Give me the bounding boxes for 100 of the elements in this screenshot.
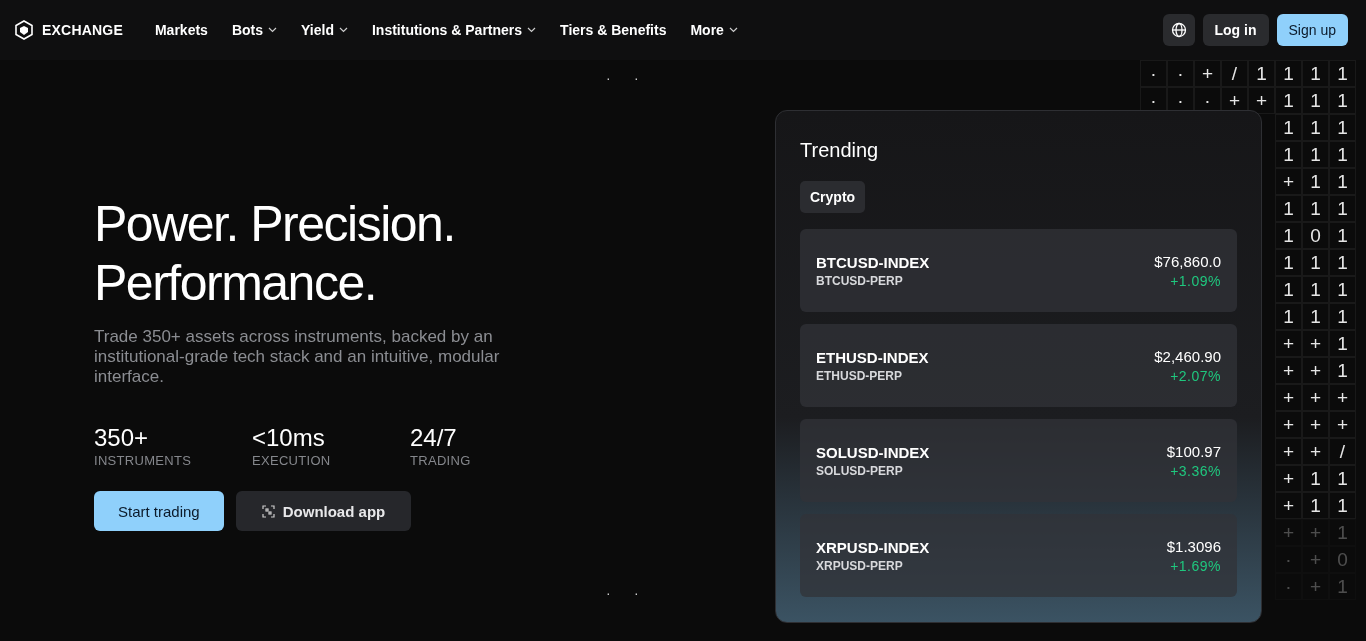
matrix-glyph: + (1275, 492, 1302, 519)
signup-button[interactable]: Sign up (1276, 14, 1348, 46)
matrix-glyph: + (1275, 465, 1302, 492)
matrix-glyph: 1 (1302, 249, 1329, 276)
hero-headline: Performance. (94, 254, 378, 313)
qr-scan-icon (261, 504, 275, 518)
matrix-glyph: + (1275, 438, 1302, 465)
category-tab[interactable]: Crypto (800, 181, 866, 213)
dot-mark: · (606, 585, 611, 601)
matrix-glyph: 1 (1275, 114, 1302, 141)
index-symbol: XRPUSD-INDEX (816, 538, 930, 556)
matrix-glyph: 1 (1329, 330, 1356, 357)
matrix-glyph: 1 (1302, 87, 1329, 114)
matrix-glyph: 1 (1302, 195, 1329, 222)
matrix-glyph: 1 (1329, 141, 1356, 168)
matrix-glyph: 1 (1275, 195, 1302, 222)
perp-symbol: SOLUSD-PERP (816, 463, 903, 478)
matrix-glyph: 1 (1275, 303, 1302, 330)
index-symbol: SOLUSD-INDEX (816, 443, 930, 461)
stat-label: INSTRUMENTS (94, 453, 193, 468)
matrix-glyph: + (1302, 519, 1329, 546)
matrix-glyph: + (1302, 546, 1329, 573)
matrix-glyph: 1 (1275, 87, 1302, 114)
nav-menu-item[interactable]: Yield (301, 22, 348, 38)
perp-symbol: ETHUSD-PERP (816, 368, 902, 383)
matrix-glyph: + (1302, 438, 1329, 465)
hero-description: Trade 350+ assets across instruments, backed by an institutional-grade tech stack and an intuitive, modular interface. (94, 327, 501, 387)
matrix-glyph: 1 (1329, 114, 1356, 141)
matrix-glyph: 1 (1275, 249, 1302, 276)
matrix-glyph: / (1221, 60, 1248, 87)
matrix-glyph: / (1329, 438, 1356, 465)
price-change: +1.69% (1170, 557, 1221, 574)
price-change: +3.36% (1170, 462, 1221, 479)
price: $76,860.0 (1154, 252, 1221, 270)
market-row[interactable]: BTCUSD-INDEX BTCUSD-PERP $76,860.0 +1.09% (800, 229, 1237, 312)
card-title: Trending (800, 139, 880, 162)
price-change: +2.07% (1170, 367, 1221, 384)
matrix-glyph: 1 (1329, 60, 1356, 87)
dot-mark: · (634, 70, 639, 86)
matrix-glyph: 1 (1329, 357, 1356, 384)
perp-symbol: XRPUSD-PERP (816, 558, 903, 573)
matrix-glyph: + (1302, 357, 1329, 384)
matrix-glyph: 1 (1275, 141, 1302, 168)
matrix-glyph: + (1302, 411, 1329, 438)
hero-headline: Power. Precision. (94, 195, 456, 254)
matrix-glyph: 1 (1329, 465, 1356, 492)
matrix-glyph: 1 (1275, 276, 1302, 303)
market-row[interactable]: XRPUSD-INDEX XRPUSD-PERP $1.3096 +1.69% (800, 514, 1237, 597)
market-row[interactable]: ETHUSD-INDEX ETHUSD-PERP $2,460.90 +2.07% (800, 324, 1237, 407)
stat-value: <10ms (252, 425, 326, 451)
matrix-glyph: 1 (1302, 492, 1329, 519)
index-symbol: ETHUSD-INDEX (816, 348, 929, 366)
matrix-glyph: 1 (1329, 492, 1356, 519)
nav-menu-item[interactable]: Markets (154, 22, 208, 38)
index-symbol: BTCUSD-INDEX (816, 253, 930, 271)
matrix-glyph: + (1329, 411, 1356, 438)
matrix-glyph: 1 (1302, 168, 1329, 195)
matrix-glyph: 0 (1329, 546, 1356, 573)
matrix-glyph: + (1275, 384, 1302, 411)
market-row[interactable]: SOLUSD-INDEX SOLUSD-PERP $100.97 +3.36% (800, 419, 1237, 502)
matrix-glyph: 1 (1302, 114, 1329, 141)
stat-label: EXECUTION (252, 453, 332, 468)
brand-name: EXCHANGE (42, 22, 123, 38)
matrix-glyph: 1 (1275, 222, 1302, 249)
perp-symbol: BTCUSD-PERP (816, 273, 903, 288)
matrix-glyph: + (1302, 330, 1329, 357)
stat-value: 24/7 (410, 425, 458, 451)
language-button[interactable] (1162, 14, 1195, 46)
matrix-glyph: 0 (1302, 222, 1329, 249)
matrix-glyph: + (1275, 168, 1302, 195)
nav-menu-item[interactable]: Bots (231, 22, 277, 38)
shield-logo-icon (14, 20, 34, 40)
matrix-glyph: · (1140, 60, 1167, 87)
matrix-glyph: 1 (1329, 303, 1356, 330)
price: $100.97 (1166, 442, 1221, 460)
matrix-glyph: + (1275, 519, 1302, 546)
download-app-button[interactable]: Download app (235, 491, 412, 531)
matrix-glyph: + (1275, 357, 1302, 384)
dot-mark: · (606, 70, 611, 86)
matrix-glyph: 1 (1329, 87, 1356, 114)
start-trading-button[interactable]: Start trading (94, 491, 224, 531)
stat-label: TRADING (410, 453, 472, 468)
matrix-glyph: 1 (1329, 222, 1356, 249)
matrix-glyph: 1 (1275, 60, 1302, 87)
nav-menu-item[interactable]: More (690, 22, 738, 38)
matrix-glyph: + (1302, 384, 1329, 411)
nav-menu-item[interactable]: Tiers & Benefits (560, 22, 667, 38)
nav-menu-item[interactable]: Institutions & Partners (371, 22, 537, 38)
dot-mark: · (634, 585, 639, 601)
matrix-glyph: + (1194, 60, 1221, 87)
matrix-glyph: · (1275, 573, 1302, 600)
matrix-glyph: 1 (1302, 303, 1329, 330)
matrix-glyph: + (1275, 411, 1302, 438)
login-button[interactable]: Log in (1202, 14, 1269, 46)
matrix-glyph: + (1275, 330, 1302, 357)
matrix-glyph: 1 (1302, 465, 1329, 492)
price: $2,460.90 (1154, 347, 1221, 365)
matrix-glyph: + (1302, 573, 1329, 600)
globe-icon (1170, 22, 1187, 38)
matrix-glyph: · (1275, 546, 1302, 573)
